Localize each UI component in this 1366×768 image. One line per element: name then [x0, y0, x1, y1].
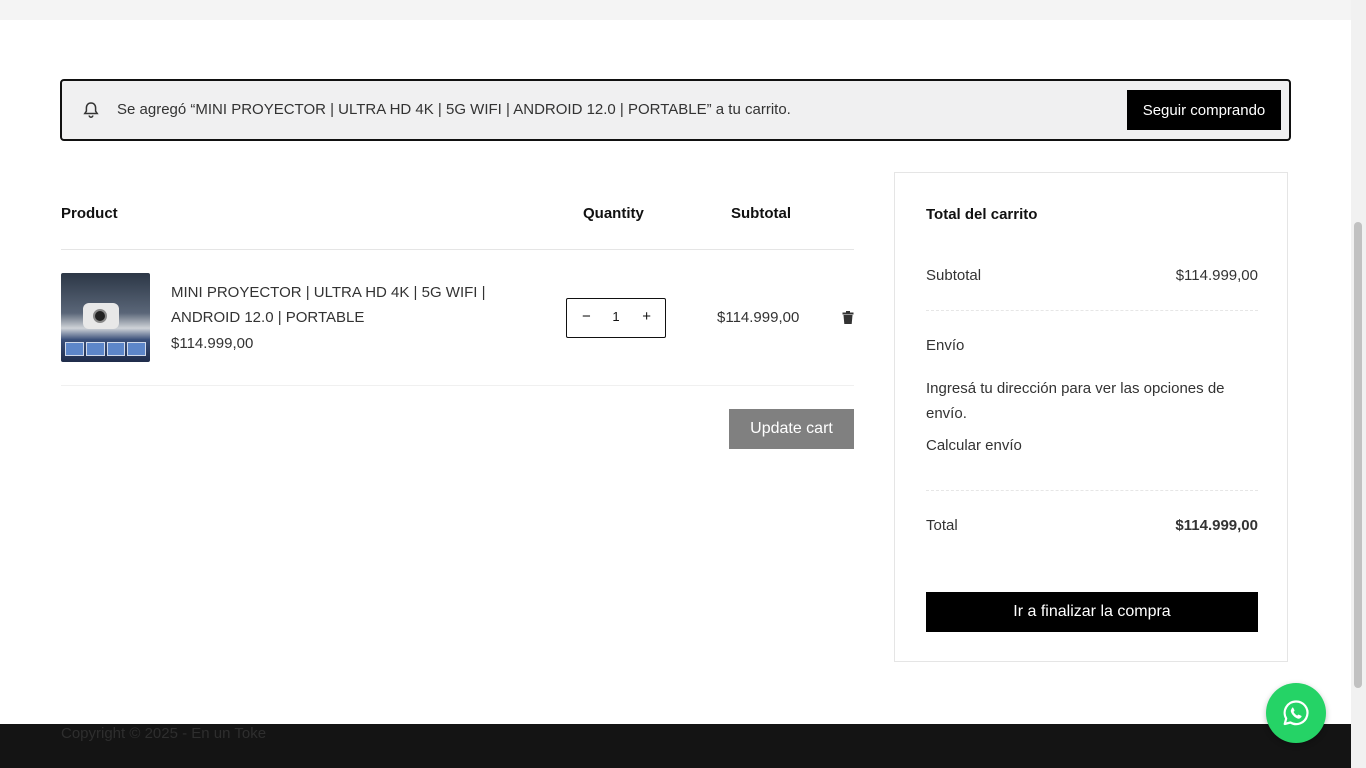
footer: Copyright © 2025 - En un Toke [0, 724, 1351, 768]
quantity-input[interactable]: 1 [605, 309, 627, 324]
total-label: Total [926, 517, 958, 534]
notice-message: Se agregó “MINI PROYECTOR | ULTRA HD 4K … [117, 101, 791, 118]
row-divider [61, 385, 854, 386]
totals-subtotal-label: Subtotal [926, 267, 982, 284]
shipping-note: Ingresá tu dirección para ver las opcion… [926, 380, 1225, 422]
bell-icon [82, 101, 100, 119]
update-cart-button[interactable]: Update cart [729, 409, 854, 449]
column-header-quantity: Quantity [583, 205, 644, 222]
whatsapp-button[interactable] [1266, 683, 1326, 743]
product-price: $114.999,00 [171, 335, 254, 352]
proceed-to-checkout-button[interactable]: Ir a finalizar la compra [926, 592, 1258, 632]
total-value: $114.999,00 [1175, 517, 1258, 534]
line-subtotal: $114.999,00 [717, 309, 800, 326]
quantity-increase-button[interactable]: + [642, 308, 651, 325]
column-header-subtotal: Subtotal [731, 205, 791, 222]
top-strip [0, 0, 1351, 20]
quantity-decrease-button[interactable]: − [582, 308, 591, 325]
product-name-link[interactable]: MINI PROYECTOR | ULTRA HD 4K | 5G WIFI |… [171, 280, 501, 330]
continue-shopping-button[interactable]: Seguir comprando [1127, 90, 1281, 130]
header-divider [61, 249, 854, 250]
copyright-text: Copyright © 2025 - En un Toke [61, 725, 267, 742]
trash-icon[interactable] [842, 311, 854, 324]
calculate-shipping-link[interactable]: Calcular envío [926, 437, 1022, 454]
column-header-product: Product [61, 205, 118, 222]
added-to-cart-notice: Se agregó “MINI PROYECTOR | ULTRA HD 4K … [60, 79, 1291, 141]
scrollbar[interactable] [1351, 0, 1366, 768]
whatsapp-icon [1283, 700, 1309, 726]
totals-divider [926, 490, 1258, 491]
projector-image [83, 303, 119, 329]
shipping-label: Envío [926, 337, 965, 354]
totals-divider [926, 310, 1258, 311]
totals-subtotal-value: $114.999,00 [1175, 267, 1258, 284]
cart-totals-title: Total del carrito [926, 206, 1038, 223]
scrollbar-thumb[interactable] [1354, 222, 1362, 688]
product-thumbnail[interactable] [61, 273, 150, 362]
quantity-stepper: − 1 + [566, 298, 666, 338]
